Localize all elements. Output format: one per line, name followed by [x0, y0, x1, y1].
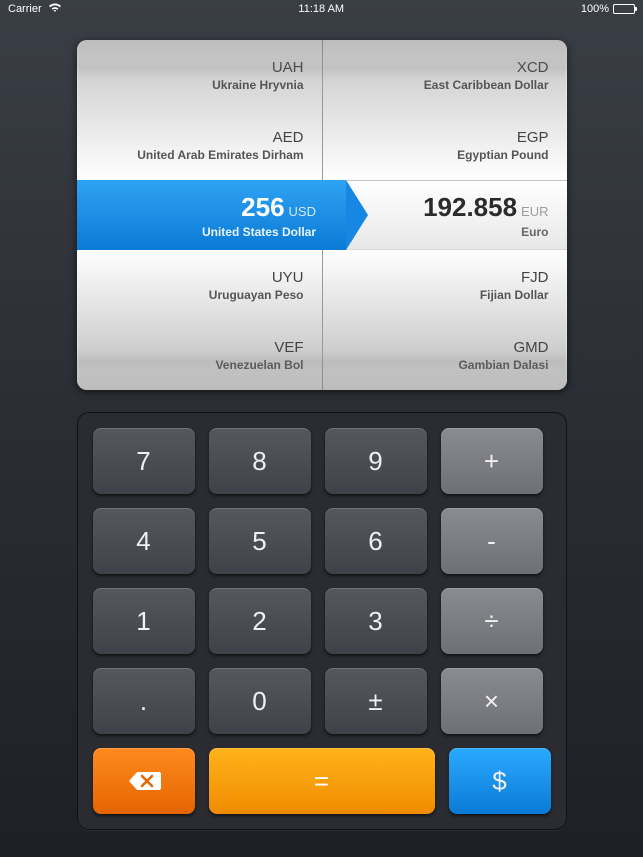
picker-item[interactable]: UAH Ukraine Hryvnia: [77, 40, 322, 110]
key-9[interactable]: 9: [325, 428, 427, 494]
currency-code: XCD: [517, 59, 549, 76]
currency-name: East Caribbean Dollar: [424, 78, 549, 92]
currency-name: Egyptian Pound: [457, 148, 548, 162]
key-currency[interactable]: $: [449, 748, 551, 814]
currency-code: GMD: [514, 339, 549, 356]
key-1[interactable]: 1: [93, 588, 195, 654]
currency-name: Ukraine Hryvnia: [212, 78, 303, 92]
currency-code: AED: [273, 129, 304, 146]
picker-item[interactable]: UYU Uruguayan Peso: [77, 250, 322, 320]
currency-code: EGP: [517, 129, 549, 146]
key-0[interactable]: 0: [209, 668, 311, 734]
currency-name: United Arab Emirates Dirham: [137, 148, 303, 162]
key-5[interactable]: 5: [209, 508, 311, 574]
currency-picker: UAH Ukraine Hryvnia AED United Arab Emir…: [77, 40, 567, 390]
currency-name: Gambian Dalasi: [458, 358, 548, 372]
from-amount: 256: [241, 192, 284, 223]
to-selection: 192.858 EUR Euro: [346, 180, 567, 250]
wifi-icon: [48, 3, 62, 16]
battery-icon: [613, 4, 635, 14]
to-amount: 192.858: [423, 192, 517, 223]
picker-item[interactable]: XCD East Caribbean Dollar: [323, 40, 567, 110]
currency-name: Uruguayan Peso: [209, 288, 304, 302]
currency-code: FJD: [521, 269, 549, 286]
key-minus[interactable]: -: [441, 508, 543, 574]
key-3[interactable]: 3: [325, 588, 427, 654]
from-selection: 256 USD United States Dollar: [77, 180, 347, 250]
currency-code: UAH: [272, 59, 304, 76]
currency-name: Venezuelan Bol: [215, 358, 303, 372]
keypad: 7 8 9 + 4 5 6 - 1 2 3 ÷ . 0 ± × = $: [77, 412, 567, 830]
carrier-label: Carrier: [8, 3, 42, 15]
currency-code: UYU: [272, 269, 304, 286]
key-multiply[interactable]: ×: [441, 668, 543, 734]
to-name: Euro: [521, 225, 548, 239]
status-bar: Carrier 11:18 AM 100%: [0, 0, 643, 18]
key-equals[interactable]: =: [209, 748, 435, 814]
key-7[interactable]: 7: [93, 428, 195, 494]
from-code: USD: [289, 204, 316, 219]
currency-code: VEF: [274, 339, 303, 356]
key-decimal[interactable]: .: [93, 668, 195, 734]
from-name: United States Dollar: [202, 225, 316, 239]
picker-item[interactable]: EGP Egyptian Pound: [323, 110, 567, 180]
key-plus[interactable]: +: [441, 428, 543, 494]
picker-item[interactable]: VEF Venezuelan Bol: [77, 320, 322, 390]
clock: 11:18 AM: [298, 3, 344, 15]
currency-name: Fijian Dollar: [480, 288, 549, 302]
key-4[interactable]: 4: [93, 508, 195, 574]
key-delete[interactable]: [93, 748, 195, 814]
key-6[interactable]: 6: [325, 508, 427, 574]
picker-item[interactable]: GMD Gambian Dalasi: [323, 320, 567, 390]
picker-item[interactable]: AED United Arab Emirates Dirham: [77, 110, 322, 180]
key-2[interactable]: 2: [209, 588, 311, 654]
to-code: EUR: [521, 204, 548, 219]
picker-item[interactable]: FJD Fijian Dollar: [323, 250, 567, 320]
key-8[interactable]: 8: [209, 428, 311, 494]
backspace-icon: [127, 770, 161, 792]
battery-percent: 100%: [581, 3, 609, 15]
key-plusminus[interactable]: ±: [325, 668, 427, 734]
key-divide[interactable]: ÷: [441, 588, 543, 654]
selection-band: 256 USD United States Dollar 192.858 EUR…: [77, 180, 567, 250]
